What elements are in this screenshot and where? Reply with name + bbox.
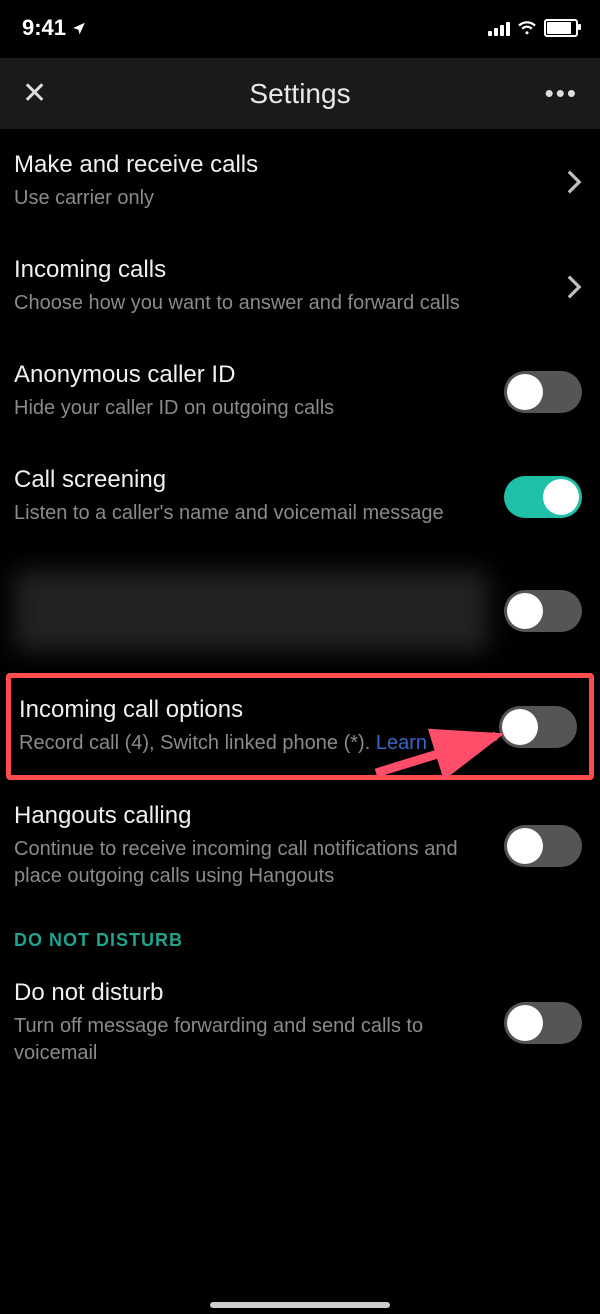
- row-subtitle: Choose how you want to answer and forwar…: [14, 290, 550, 317]
- row-subtitle: Turn off message forwarding and send cal…: [14, 1013, 488, 1067]
- settings-list: Make and receive calls Use carrier only …: [0, 129, 600, 1077]
- page-header: ✕ Settings •••: [0, 58, 600, 129]
- wifi-icon: [517, 20, 537, 36]
- toggle-redacted[interactable]: [504, 590, 582, 632]
- row-subtitle: Continue to receive incoming call notifi…: [14, 836, 488, 890]
- toggle-call-screening[interactable]: [504, 476, 582, 518]
- row-anonymous-caller-id: Anonymous caller ID Hide your caller ID …: [0, 339, 600, 444]
- learn-more-link[interactable]: Learn more: [376, 732, 478, 754]
- row-subtitle: Hide your caller ID on outgoing calls: [14, 395, 488, 422]
- chevron-right-icon: [566, 169, 582, 195]
- page-title: Settings: [249, 78, 350, 110]
- row-title: Anonymous caller ID: [14, 361, 488, 389]
- row-subtitle: Record call (4), Switch linked phone (*)…: [19, 730, 483, 757]
- status-time: 9:41: [22, 15, 66, 41]
- row-redacted: [0, 549, 600, 673]
- section-label-dnd: DO NOT DISTURB: [0, 912, 600, 957]
- toggle-hangouts-calling[interactable]: [504, 825, 582, 867]
- toggle-incoming-call-options[interactable]: [499, 706, 577, 748]
- annotation-highlight-box: Incoming call options Record call (4), S…: [6, 673, 594, 780]
- row-title: Incoming calls: [14, 256, 550, 284]
- row-title: Call screening: [14, 466, 488, 494]
- row-title: Do not disturb: [14, 979, 488, 1007]
- battery-icon: [544, 19, 578, 37]
- location-icon: [72, 21, 86, 35]
- row-hangouts-calling: Hangouts calling Continue to receive inc…: [0, 780, 600, 912]
- toggle-anonymous-caller-id[interactable]: [504, 371, 582, 413]
- home-indicator[interactable]: [210, 1302, 390, 1308]
- chevron-right-icon: [566, 274, 582, 300]
- row-make-receive-calls[interactable]: Make and receive calls Use carrier only: [0, 129, 600, 234]
- row-incoming-call-options: Incoming call options Record call (4), S…: [11, 678, 589, 775]
- device-notch: [185, 0, 415, 34]
- row-title: Incoming call options: [19, 696, 483, 724]
- cellular-signal-icon: [488, 20, 510, 36]
- row-subtitle: Listen to a caller's name and voicemail …: [14, 500, 488, 527]
- redacted-content: [14, 571, 488, 651]
- close-button[interactable]: ✕: [22, 76, 58, 111]
- row-title: Hangouts calling: [14, 802, 488, 830]
- more-button[interactable]: •••: [542, 78, 578, 109]
- row-incoming-calls[interactable]: Incoming calls Choose how you want to an…: [0, 234, 600, 339]
- toggle-do-not-disturb[interactable]: [504, 1002, 582, 1044]
- row-call-screening: Call screening Listen to a caller's name…: [0, 444, 600, 549]
- row-title: Make and receive calls: [14, 151, 550, 179]
- row-subtitle: Use carrier only: [14, 185, 550, 212]
- row-do-not-disturb: Do not disturb Turn off message forwardi…: [0, 957, 600, 1077]
